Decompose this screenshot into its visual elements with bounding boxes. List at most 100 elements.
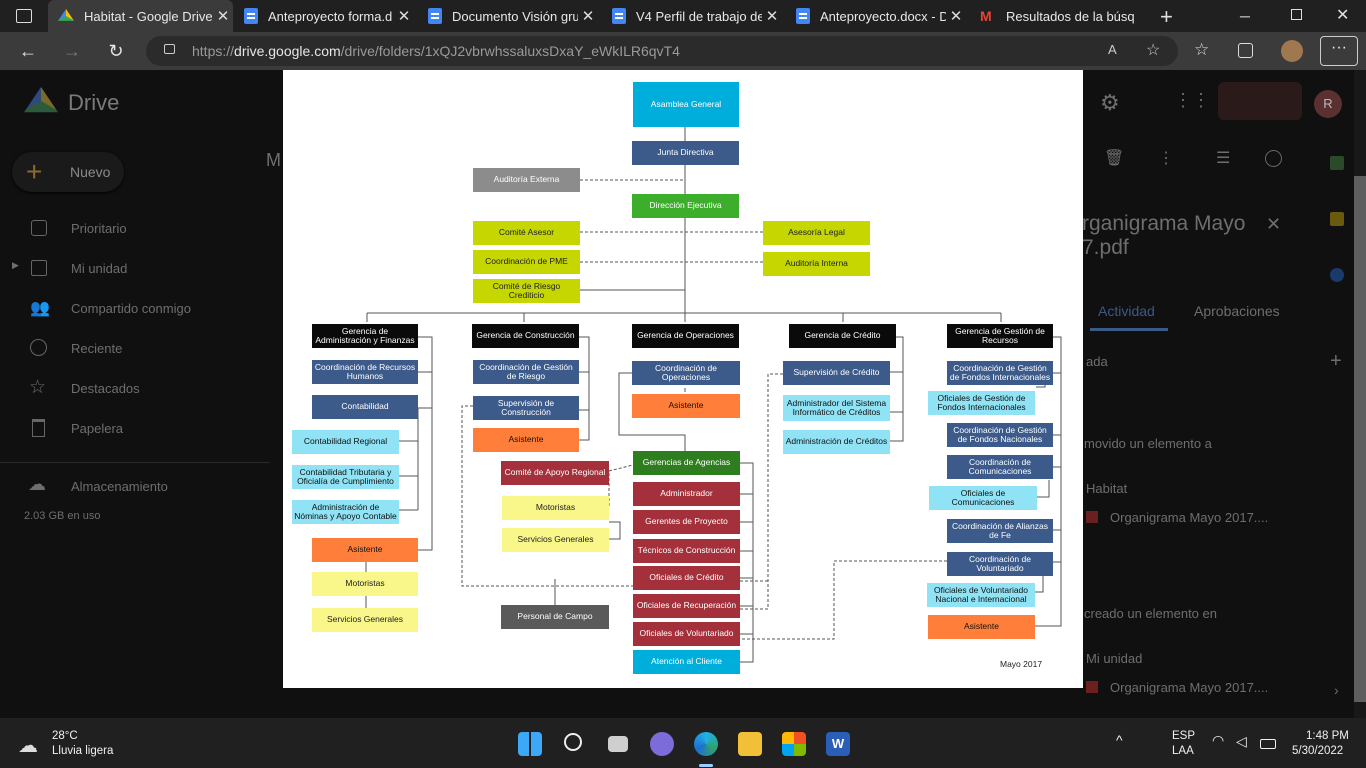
tab-doc-4[interactable]: Anteproyecto.docx - D ✕ xyxy=(786,0,966,32)
add-addon-icon[interactable]: + xyxy=(1330,350,1342,373)
activity-file[interactable]: Organigrama Mayo 2017.... xyxy=(1110,510,1268,525)
chat-icon[interactable] xyxy=(650,732,674,756)
keep-icon[interactable] xyxy=(1330,212,1344,226)
volume-icon[interactable]: ◁ xyxy=(1236,733,1247,750)
activity-file[interactable]: Organigrama Mayo 2017.... xyxy=(1110,680,1268,695)
settings-menu-button[interactable]: ··· xyxy=(1320,36,1358,66)
clock-time[interactable]: 1:48 PM xyxy=(1306,730,1349,742)
expand-icon[interactable]: ▶ xyxy=(12,260,19,271)
close-window-icon[interactable]: ✕ xyxy=(1336,5,1349,25)
weather-temp[interactable]: 28°C xyxy=(52,730,78,742)
org-gerencia-recursos: Gerencia de Gestión de Recursos xyxy=(947,324,1053,348)
new-tab-icon[interactable]: + xyxy=(1160,4,1173,30)
nav-papelera[interactable]: Papelera xyxy=(0,416,270,440)
tab-drive[interactable]: Habitat - Google Drive ✕ xyxy=(48,0,233,32)
org-nominas: Administración de Nóminas y Apoyo Contab… xyxy=(292,500,399,524)
favorites-icon[interactable]: ☆ xyxy=(1194,40,1209,60)
weather-icon[interactable]: ☁ xyxy=(18,733,38,758)
nav-almacenamiento[interactable]: ☁ Almacenamiento xyxy=(0,474,270,498)
org-comite-riesgo: Comité de Riesgo Crediticio xyxy=(473,279,580,303)
tab-activity[interactable]: Actividad xyxy=(1098,303,1155,319)
search-icon[interactable] xyxy=(564,733,582,751)
battery-icon[interactable] xyxy=(1260,739,1276,749)
tab-doc-2[interactable]: Documento Visión gru ✕ xyxy=(418,0,598,32)
read-aloud-icon[interactable]: A xyxy=(1108,42,1117,57)
tab-gmail[interactable]: M Resultados de la búsq xyxy=(970,0,1150,32)
nav-mi-unidad[interactable]: ▶ Mi unidad xyxy=(0,256,270,280)
list-view-icon[interactable]: ☰ xyxy=(1216,148,1230,168)
tab-doc-3[interactable]: V4 Perfil de trabajo de ✕ xyxy=(602,0,782,32)
trash-toolbar-icon[interactable]: 🗑 xyxy=(1104,148,1124,168)
org-oficiales-com: Oficiales de Comunicaciones xyxy=(929,486,1037,510)
account-avatar[interactable]: R xyxy=(1314,90,1342,118)
org-coord-com: Coordinación de Comunicaciones xyxy=(947,455,1053,479)
minimize-icon[interactable]: ─ xyxy=(1240,8,1250,24)
weather-desc[interactable]: Lluvia ligera xyxy=(52,745,113,757)
edge-icon[interactable] xyxy=(694,732,718,756)
org-gerentes-proyecto: Gerentes de Proyecto xyxy=(633,510,740,534)
tab-doc-1[interactable]: Anteproyecto forma.d ✕ xyxy=(234,0,414,32)
nav-label: Almacenamiento xyxy=(71,479,168,494)
cloud-icon: ☁ xyxy=(28,474,46,494)
nav-compartido[interactable]: 👥 Compartido conmigo xyxy=(0,296,270,320)
tab-actions-icon[interactable] xyxy=(16,9,32,23)
profile-avatar[interactable] xyxy=(1281,40,1303,62)
taskbar: ☁ 28°C Lluvia ligera W ^ ESP LAA ◠ ◁ 1:4… xyxy=(0,718,1366,768)
info-icon[interactable] xyxy=(1265,150,1282,167)
clock-date[interactable]: 5/30/2022 xyxy=(1292,745,1343,757)
close-tab-icon[interactable]: ✕ xyxy=(213,7,233,25)
wifi-icon[interactable]: ◠ xyxy=(1212,732,1224,749)
nav-prioritario[interactable]: Prioritario xyxy=(0,216,270,240)
org-contabilidad-tributaria: Contabilidad Tributaria y Oficialía de C… xyxy=(292,465,399,489)
apps-icon[interactable]: ⋮⋮ xyxy=(1174,90,1210,111)
close-tab-icon[interactable]: ✕ xyxy=(578,7,598,25)
refresh-icon[interactable]: ↻ xyxy=(102,38,130,64)
close-tab-icon[interactable]: ✕ xyxy=(946,7,966,25)
tab-bar: Habitat - Google Drive ✕ Anteproyecto fo… xyxy=(0,0,1366,32)
tab-title: Anteproyecto.docx - D xyxy=(820,8,946,24)
close-tab-icon[interactable]: ✕ xyxy=(394,7,414,25)
forward-icon[interactable]: → xyxy=(58,38,86,64)
word-icon[interactable]: W xyxy=(826,732,850,756)
tab-approvals[interactable]: Aprobaciones xyxy=(1194,303,1280,319)
chevron-right-icon[interactable]: › xyxy=(1334,682,1339,698)
clock-icon xyxy=(30,339,47,356)
org-atencion-cliente: Atención al Cliente xyxy=(633,650,740,674)
org-admin-servicios: Servicios Generales xyxy=(312,608,418,632)
nav-reciente[interactable]: Reciente xyxy=(0,336,270,360)
new-button[interactable]: + Nuevo xyxy=(12,152,124,192)
address-bar[interactable]: https://drive.google.com/drive/folders/1… xyxy=(146,36,1178,66)
task-view-icon[interactable] xyxy=(608,736,628,752)
file-explorer-icon[interactable] xyxy=(738,732,762,756)
back-icon[interactable]: ← xyxy=(14,38,42,64)
activity-text: movido un elemento a xyxy=(1084,436,1212,451)
settings-icon[interactable]: ⚙ xyxy=(1100,90,1120,116)
nav-destacados[interactable]: ☆ Destacados xyxy=(0,376,270,400)
scrollbar-thumb[interactable] xyxy=(1354,176,1366,702)
calendar-icon[interactable] xyxy=(1330,156,1344,170)
org-contabilidad: Contabilidad xyxy=(312,395,418,419)
tray-chevron-icon[interactable]: ^ xyxy=(1116,732,1123,748)
org-admin-asistente: Asistente xyxy=(312,538,418,562)
language-code[interactable]: ESP xyxy=(1172,730,1195,742)
tab-title: Documento Visión gru xyxy=(452,8,578,24)
language-layout[interactable]: LAA xyxy=(1172,745,1194,757)
close-tab-icon[interactable]: ✕ xyxy=(762,7,782,25)
org-coord-riesgo: Coordinación de Gestión de Riesgo xyxy=(473,360,579,384)
tasks-icon[interactable] xyxy=(1330,268,1344,282)
org-coord-pme: Coordinación de PME xyxy=(473,250,580,274)
org-auditoria-interna: Auditoría Interna xyxy=(763,252,870,276)
drive-logo-text: Drive xyxy=(68,90,120,115)
org-contabilidad-regional: Contabilidad Regional xyxy=(292,430,399,454)
start-icon[interactable] xyxy=(518,732,542,756)
activity-folder[interactable]: Habitat xyxy=(1086,481,1127,496)
org-oficiales-recuperacion: Oficiales de Recuperación xyxy=(633,594,740,618)
add-favorite-icon[interactable]: ☆ xyxy=(1146,40,1160,60)
collections-icon[interactable] xyxy=(1238,43,1253,58)
activity-text: ada xyxy=(1086,354,1108,369)
restore-icon[interactable] xyxy=(1291,9,1302,20)
more-icon[interactable]: ⋮ xyxy=(1158,148,1174,168)
store-icon[interactable] xyxy=(782,732,806,756)
activity-folder[interactable]: Mi unidad xyxy=(1086,651,1142,666)
close-panel-icon[interactable]: ✕ xyxy=(1266,214,1281,235)
